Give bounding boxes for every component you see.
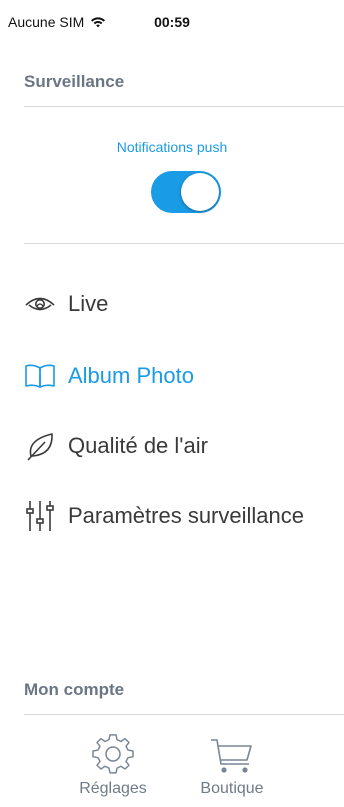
gear-icon xyxy=(92,734,134,774)
tab-bar: Réglages Boutique xyxy=(0,726,344,807)
divider xyxy=(24,106,344,107)
menu-item-album-photo[interactable]: Album Photo xyxy=(22,356,194,396)
divider xyxy=(24,714,344,715)
tab-label: Réglages xyxy=(79,780,147,797)
menu-item-label: Live xyxy=(68,291,109,316)
menu-item-qualite-air[interactable]: Qualité de l'air xyxy=(22,426,208,466)
push-notifications-label: Notifications push xyxy=(116,139,228,155)
book-icon xyxy=(22,360,58,392)
section-title-surveillance: Surveillance xyxy=(24,72,125,91)
cart-icon xyxy=(211,739,252,773)
menu-item-label: Qualité de l'air xyxy=(68,433,208,458)
menu-item-parametres-surveillance[interactable]: Paramètres surveillance xyxy=(22,496,304,536)
clock: 00:59 xyxy=(154,14,190,30)
section-title-mon-compte: Mon compte xyxy=(24,680,125,699)
divider xyxy=(24,243,344,244)
status-bar: Aucune SIM 00:59 xyxy=(0,0,344,44)
menu-item-live[interactable]: Live xyxy=(22,284,108,324)
push-notifications-toggle[interactable] xyxy=(151,171,221,213)
tab-reglages[interactable]: Réglages xyxy=(53,734,173,798)
eye-icon xyxy=(22,288,58,320)
toggle-knob xyxy=(181,173,219,211)
tab-boutique[interactable]: Boutique xyxy=(172,734,292,798)
leaf-icon xyxy=(22,430,58,462)
sliders-icon xyxy=(22,500,58,532)
menu-item-label: Paramètres surveillance xyxy=(68,503,304,528)
tab-label: Boutique xyxy=(200,780,264,797)
menu-item-label: Album Photo xyxy=(68,363,194,388)
